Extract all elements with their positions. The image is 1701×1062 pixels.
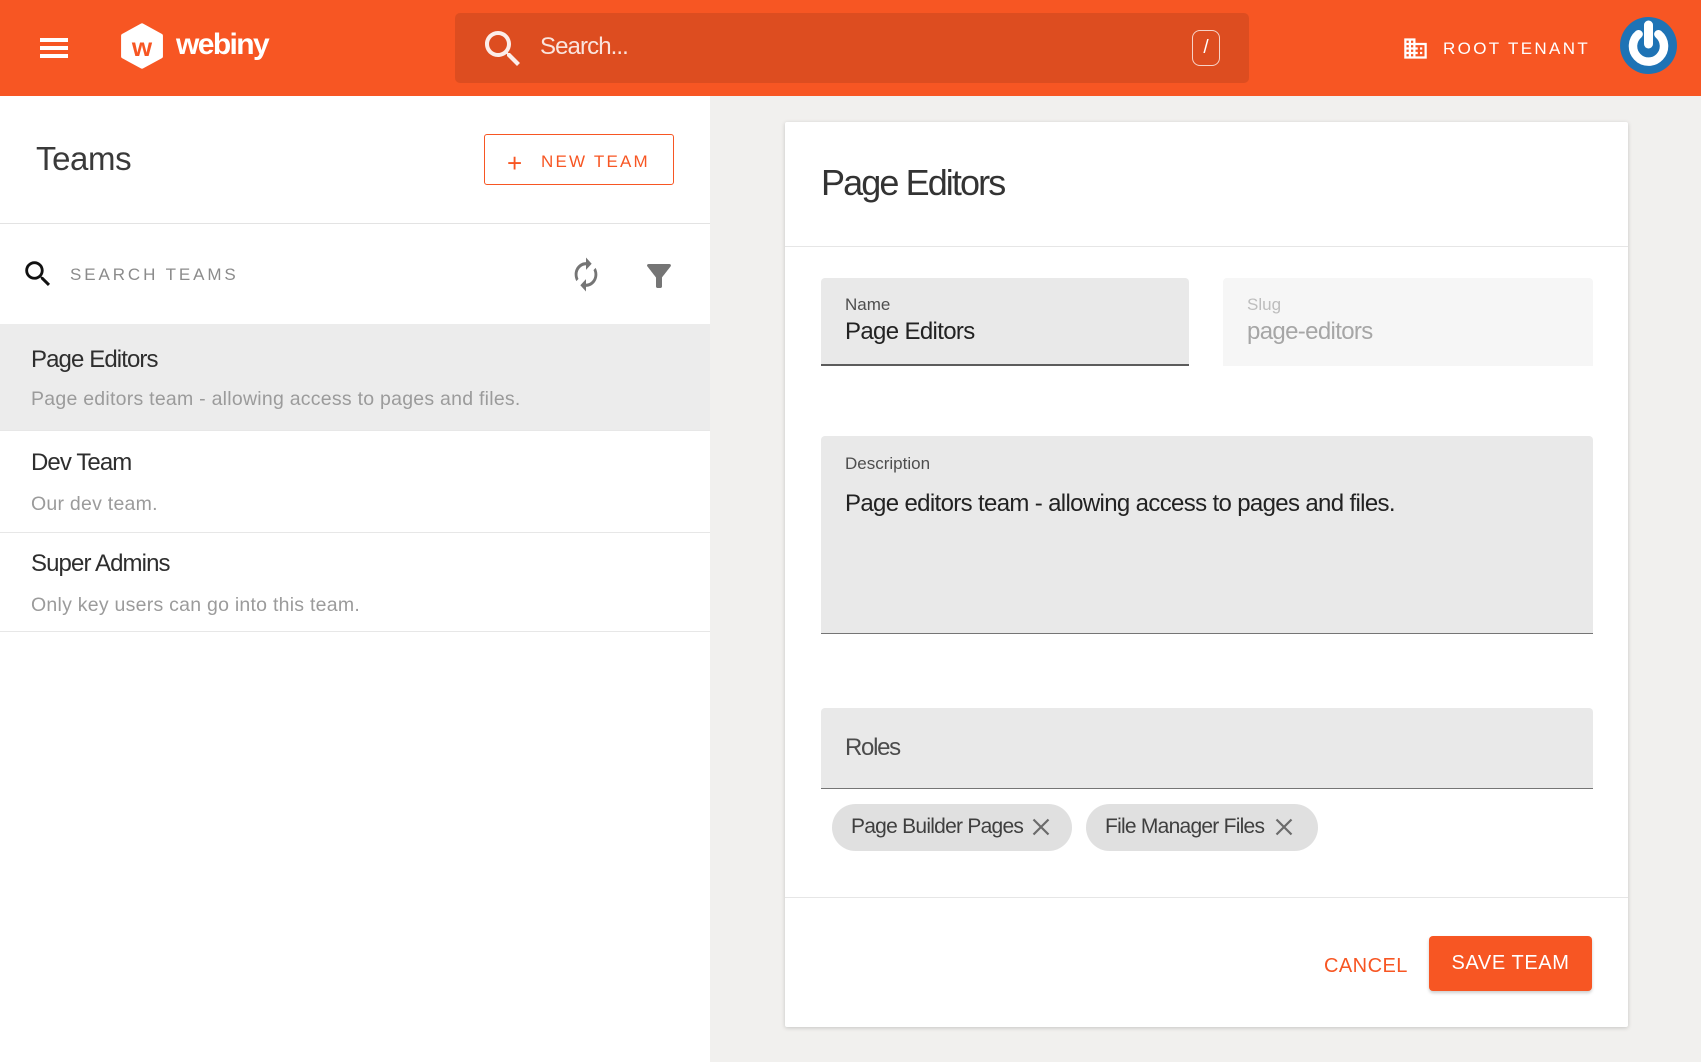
svg-text:w: w: [131, 32, 153, 62]
